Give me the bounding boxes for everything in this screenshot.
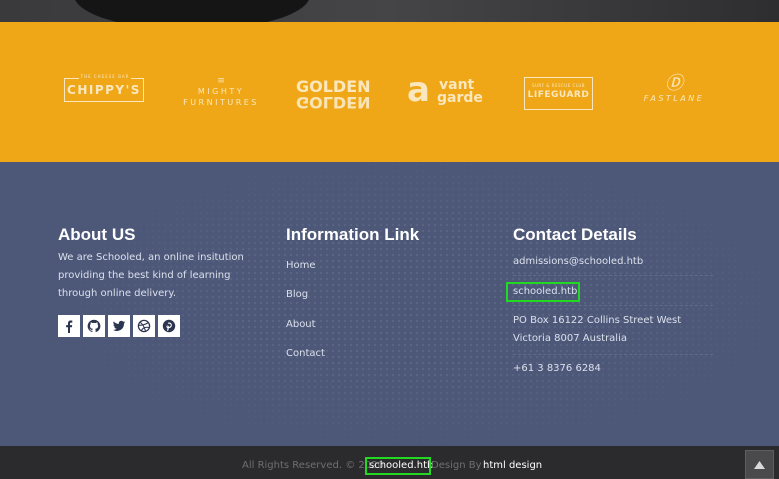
contact-phone: +61 3 8376 6284 [513, 363, 601, 374]
contact-divider [513, 275, 713, 276]
dribbble-icon[interactable] [133, 315, 155, 337]
footer-link-blog[interactable]: Blog [286, 289, 308, 300]
brand-logo-mighty-furnitures: ≡ MIGHTY FURNITURES [183, 76, 259, 108]
copyright-text: All Rights Reserved. © 2020 [242, 460, 384, 471]
chippys-name: CHIPPY'S [67, 83, 141, 97]
information-links: Home Blog About Contact [286, 253, 325, 370]
highlight-box [365, 457, 431, 475]
scroll-to-top-button[interactable] [745, 450, 774, 479]
footer-link-about[interactable]: About [286, 319, 316, 330]
designer-link[interactable]: html design [483, 459, 542, 473]
contact-divider [513, 305, 713, 306]
lifeguard-name: LIFEGUARD [527, 90, 590, 100]
about-title: About US [58, 225, 136, 244]
fastlane-mark: Ⓓ [665, 73, 683, 94]
github-icon[interactable] [83, 315, 105, 337]
hero-image-strip [0, 0, 779, 22]
footer-link-contact[interactable]: Contact [286, 348, 325, 359]
contact-email[interactable]: admissions@schooled.htb [513, 253, 643, 271]
contact-address: PO Box 16122 Collins Street West Victori… [513, 315, 682, 344]
brand-logo-chippys: THE CHEESE BAR CHIPPY'S [64, 73, 144, 102]
vantgarde-initial: a [407, 70, 430, 110]
mighty-mark: ≡ [217, 76, 225, 86]
copyright-bar: All Rights Reserved. © 2020 schooled.htb… [0, 446, 779, 479]
information-link-title: Information Link [286, 225, 420, 244]
highlight-box [506, 282, 580, 302]
brand-logo-golden: GOLDEN GOLDEN [296, 79, 371, 113]
triangle-up-icon [754, 460, 765, 469]
brand-logo-lifeguard: SURF & RESCUE CLUB LIFEGUARD [524, 77, 593, 110]
hero-portrait [74, 0, 310, 22]
world-map-dots [0, 162, 779, 446]
twitter-icon[interactable] [108, 315, 130, 337]
social-links [58, 315, 180, 337]
facebook-icon[interactable] [58, 315, 80, 337]
site-footer: About US We are Schooled, an online insi… [0, 162, 779, 446]
chippys-tagline: THE CHEESE BAR [79, 73, 131, 81]
footer-link-home[interactable]: Home [286, 260, 316, 271]
pinterest-icon[interactable] [158, 315, 180, 337]
brand-logo-vantgarde: a vant garde [407, 72, 487, 108]
about-text: We are Schooled, an online insitution pr… [58, 252, 244, 299]
contact-divider [513, 354, 713, 355]
design-by-label: Design By : [431, 460, 489, 471]
contact-details-title: Contact Details [513, 225, 637, 244]
brand-logo-fastlane: Ⓓ FASTLANE [640, 74, 708, 104]
mighty-name: MIGHTY FURNITURES [183, 87, 259, 107]
lifeguard-tagline: SURF & RESCUE CLUB [531, 83, 586, 88]
brand-logos-band: THE CHEESE BAR CHIPPY'S ≡ MIGHTY FURNITU… [0, 22, 779, 162]
fastlane-name: FASTLANE [643, 94, 705, 103]
vantgarde-line2: garde [437, 90, 483, 106]
golden-name-mirrored: GOLDEN [296, 93, 371, 112]
